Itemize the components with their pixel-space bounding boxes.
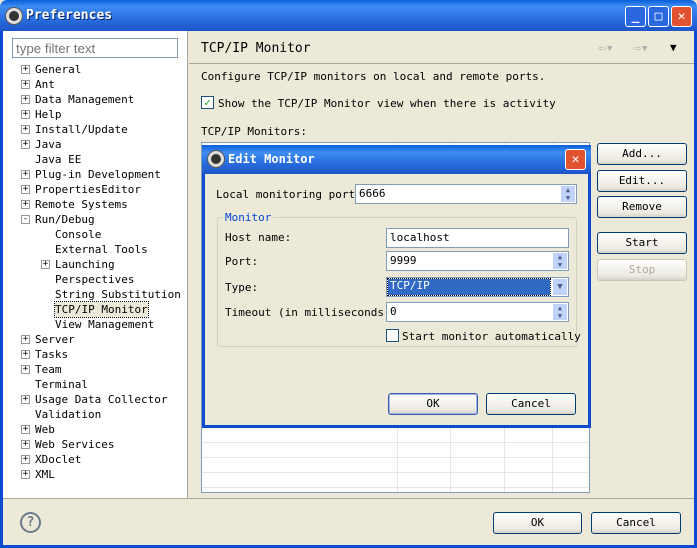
help-icon[interactable]: ? (20, 512, 41, 533)
tree-item[interactable]: PropertiesEditor (35, 182, 141, 197)
dialog-title: Edit Monitor (228, 152, 315, 166)
tree-item[interactable]: Team (35, 362, 62, 377)
timeout-value: 0 (390, 305, 397, 318)
tree-item[interactable]: Console (55, 227, 101, 242)
cancel-button[interactable]: Cancel (591, 512, 681, 534)
local-port-value: 6666 (359, 187, 386, 200)
expand-icon[interactable]: + (21, 470, 30, 479)
add-button[interactable]: Add... (597, 143, 687, 165)
port-label: Port: (225, 255, 259, 268)
divider (3, 498, 694, 499)
divider (189, 63, 694, 64)
tree-item[interactable]: Launching (55, 257, 115, 272)
timeout-spinner[interactable]: 0 ▲ ▼ (386, 302, 569, 322)
chevron-down-icon[interactable]: ▼ (553, 279, 567, 295)
tree-item[interactable]: Tasks (35, 347, 68, 362)
ok-button[interactable]: OK (493, 512, 582, 534)
expand-icon[interactable]: + (21, 335, 30, 344)
maximize-button[interactable]: □ (648, 6, 669, 27)
expand-icon[interactable]: + (21, 200, 30, 209)
expand-icon[interactable]: + (21, 170, 30, 179)
tree-item[interactable]: Run/Debug (35, 212, 95, 227)
tree-item[interactable]: Usage Data Collector (35, 392, 167, 407)
menu-chevron-icon[interactable]: ▼ (670, 41, 677, 54)
host-label: Host name: (225, 231, 292, 244)
tree-item[interactable]: Java EE (35, 152, 81, 167)
tree-item[interactable]: Validation (35, 407, 101, 422)
spinner-arrows-icon[interactable]: ▲ ▼ (553, 253, 567, 269)
type-value: TCP/IP (387, 278, 551, 296)
tree-item[interactable]: General (35, 62, 81, 77)
monitors-label: TCP/IP Monitors: (201, 125, 307, 138)
expand-icon[interactable]: + (21, 185, 30, 194)
expand-icon[interactable]: + (21, 125, 30, 134)
auto-start-checkbox[interactable] (386, 329, 399, 342)
expand-icon[interactable]: + (21, 440, 30, 449)
expand-icon[interactable]: + (21, 80, 30, 89)
tree-item[interactable]: Data Management (35, 92, 134, 107)
tree-item[interactable]: TCP/IP Monitor (54, 301, 149, 318)
show-view-label: Show the TCP/IP Monitor view when there … (218, 97, 556, 110)
show-view-checkbox[interactable]: ✓ (201, 96, 214, 109)
filter-input[interactable] (12, 38, 178, 58)
tree-item[interactable]: Plug-in Development (35, 167, 161, 182)
port-spinner[interactable]: 9999 ▲ ▼ (386, 251, 569, 271)
monitor-group-label: Monitor (223, 211, 274, 224)
dialog-cancel-button[interactable]: Cancel (486, 393, 576, 415)
dialog-ok-button[interactable]: OK (388, 393, 478, 415)
back-icon[interactable]: ⇦▾ (598, 41, 614, 56)
expand-icon[interactable]: + (21, 425, 30, 434)
host-input[interactable]: localhost (386, 228, 569, 248)
collapse-icon[interactable]: - (21, 215, 30, 224)
page-description: Configure TCP/IP monitors on local and r… (201, 70, 546, 83)
remove-button[interactable]: Remove (597, 196, 687, 218)
tree-item[interactable]: Help (35, 107, 62, 122)
port-value: 9999 (390, 254, 417, 267)
tree-item[interactable]: External Tools (55, 242, 148, 257)
tree-item[interactable]: Terminal (35, 377, 88, 392)
page-title: TCP/IP Monitor (201, 41, 311, 56)
auto-start-label: Start monitor automatically (402, 330, 581, 343)
expand-icon[interactable]: + (21, 365, 30, 374)
expand-icon[interactable]: + (21, 140, 30, 149)
start-button[interactable]: Start (597, 232, 687, 254)
expand-icon[interactable]: + (41, 260, 50, 269)
expand-icon[interactable]: + (21, 395, 30, 404)
expand-icon[interactable]: + (21, 110, 30, 119)
tree-item[interactable]: XDoclet (35, 452, 81, 467)
timeout-label: Timeout (in milliseconds): (225, 306, 398, 319)
tree-item[interactable]: Java (35, 137, 62, 152)
spinner-arrows-icon[interactable]: ▲ ▼ (561, 186, 575, 202)
expand-icon[interactable]: + (21, 95, 30, 104)
eclipse-icon (208, 151, 224, 167)
tree-item[interactable]: XML (35, 467, 55, 482)
window-title: Preferences (26, 8, 113, 23)
stop-button[interactable]: Stop (597, 259, 687, 281)
expand-icon[interactable]: + (21, 65, 30, 74)
tree-item[interactable]: Perspectives (55, 272, 134, 287)
edit-button[interactable]: Edit... (597, 170, 687, 192)
tree-item[interactable]: Ant (35, 77, 55, 92)
spinner-arrows-icon[interactable]: ▲ ▼ (553, 304, 567, 320)
close-button[interactable]: ✕ (671, 6, 692, 27)
tree-item[interactable]: Remote Systems (35, 197, 128, 212)
local-port-label: Local monitoring port: (216, 188, 362, 201)
eclipse-icon (6, 8, 22, 24)
expand-icon[interactable]: + (21, 455, 30, 464)
tree-item[interactable]: Web (35, 422, 55, 437)
expand-icon[interactable]: + (21, 350, 30, 359)
tree-item[interactable]: View Management (55, 317, 154, 332)
local-port-spinner[interactable]: 6666 ▲ ▼ (355, 184, 577, 204)
tree-item[interactable]: Install/Update (35, 122, 128, 137)
forward-icon[interactable]: ⇨▾ (633, 41, 649, 56)
tree-item[interactable]: Web Services (35, 437, 114, 452)
minimize-button[interactable]: _ (625, 6, 646, 27)
type-label: Type: (225, 281, 259, 294)
type-select[interactable]: TCP/IP ▼ (386, 277, 569, 297)
dialog-close-button[interactable]: ✕ (565, 149, 586, 170)
tree-item[interactable]: String Substitution (55, 287, 181, 302)
tree-item[interactable]: Server (35, 332, 75, 347)
